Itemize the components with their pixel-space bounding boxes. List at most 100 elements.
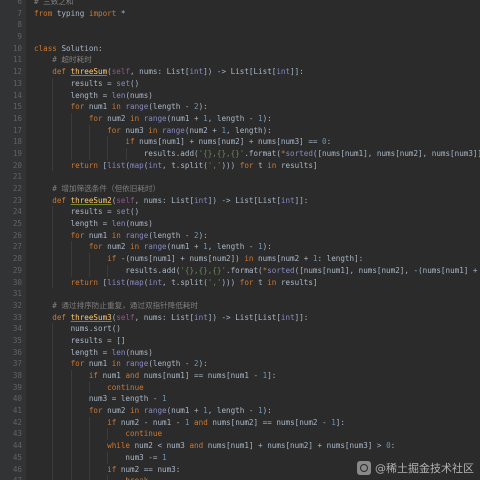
code-text[interactable]: class Solution:	[34, 43, 103, 55]
code-token: (num1 +	[166, 113, 204, 123]
code-token: range	[143, 113, 167, 123]
code-line[interactable]: 36 length = len(nums)	[0, 346, 480, 359]
code-line[interactable]: 26 for num1 in range(length - 2):	[0, 229, 480, 242]
code-line[interactable]: 39 continue	[0, 381, 480, 394]
code-line[interactable]: 6 # 三数之和	[0, 0, 480, 8]
line-number: 6	[17, 0, 22, 6]
code-text[interactable]: # 增加筛选条件（但依旧耗时）	[34, 183, 160, 195]
code-token: num2 == num3:	[120, 464, 181, 474]
code-text[interactable]: # 超时耗时	[34, 54, 92, 66]
code-line[interactable]: 32 # 通过排序防止重复，通过双指针降低耗时	[0, 300, 480, 312]
code-line[interactable]: 10 class Solution:	[0, 43, 480, 55]
code-text[interactable]: if num2 == num3:	[34, 464, 180, 476]
line-number: 17	[12, 125, 22, 135]
code-line[interactable]: 42 if num2 - num1 - 1 and nums[num2] == …	[0, 416, 480, 429]
code-token: set	[116, 207, 131, 217]
code-token: len	[111, 347, 126, 357]
code-token: range	[125, 102, 149, 112]
code-text[interactable]: num3 -= 1	[34, 452, 166, 464]
code-line[interactable]: 40 num3 = length - 1	[0, 393, 480, 406]
code-text[interactable]: for num1 in range(length - 2):	[34, 230, 208, 242]
code-token: range	[125, 230, 149, 240]
code-text[interactable]: results.add('{},{},{}'.format(*sorted([n…	[34, 148, 480, 160]
code-line[interactable]: 34 nums.sort()	[0, 323, 480, 335]
code-line[interactable]: 13 results = set()	[0, 77, 480, 90]
code-token: nums[num1] + nums[num2] + nums[num3] ==	[139, 137, 323, 147]
code-text[interactable]: results = set()	[34, 78, 140, 90]
code-text[interactable]: return [list(map(int, t.split(','))) for…	[34, 277, 318, 289]
code-line[interactable]: 14 length = len(nums)	[0, 89, 480, 102]
line-number: 39	[12, 382, 22, 392]
code-text[interactable]: for num1 in range(length - 2):	[34, 101, 208, 113]
code-text[interactable]: results = set()	[34, 206, 140, 218]
code-token: and	[194, 417, 213, 427]
code-token: def	[34, 312, 71, 322]
code-text[interactable]: if nums[num1] + nums[num2] + nums[num3] …	[34, 136, 331, 148]
code-line[interactable]: 21	[0, 171, 480, 183]
indent-guide	[52, 440, 54, 452]
code-line[interactable]: 25 length = len(nums)	[0, 218, 480, 230]
code-text[interactable]: if -(nums[num1] + nums[num2]) in nums[nu…	[34, 253, 363, 265]
code-text[interactable]: break	[34, 475, 148, 480]
indent-guide	[70, 381, 72, 394]
code-line[interactable]: 30 return [list(map(int, t.split(','))) …	[0, 276, 480, 289]
code-token: int	[194, 195, 208, 205]
line-number: 9	[17, 32, 22, 42]
code-text[interactable]: for num1 in range(length - 2):	[34, 358, 208, 370]
code-text[interactable]: # 通过排序防止重复，通过双指针降低耗时	[34, 300, 198, 312]
code-text[interactable]: # 三数之和	[34, 0, 74, 8]
code-line[interactable]: 9	[0, 31, 480, 43]
indent-guide	[88, 416, 90, 429]
code-editor[interactable]: 6 # 三数之和 7 from typing import * 8 9 10 class So…	[0, 0, 480, 480]
code-token: for	[34, 359, 89, 369]
code-text[interactable]: if num2 - num1 - 1 and nums[num2] == num…	[34, 417, 345, 429]
code-token: ):	[198, 359, 208, 369]
code-line[interactable]: 11 # 超时耗时	[0, 54, 480, 66]
code-token: results]	[280, 160, 318, 170]
code-line[interactable]: 24 results = set()	[0, 206, 480, 219]
code-text[interactable]: results = []	[34, 335, 126, 347]
line-number: 21	[12, 172, 22, 182]
code-line[interactable]: 23 def threeSum2(self, nums: List[int]) …	[0, 195, 480, 207]
code-line[interactable]: 27 for num2 in range(num1 + 1, length - …	[0, 241, 480, 254]
code-line[interactable]: 7 from typing import *	[0, 8, 480, 20]
code-line[interactable]: 43 continue	[0, 428, 480, 441]
code-line[interactable]: 28 if -(nums[num1] + nums[num2]) in nums…	[0, 253, 480, 265]
code-token: in	[111, 230, 126, 240]
code-line[interactable]: 15 for num1 in range(length - 2):	[0, 101, 480, 113]
code-line[interactable]: 22 # 增加筛选条件（但依旧耗时）	[0, 183, 480, 195]
code-line[interactable]: 33 def threeSum3(self, nums: List[int]) …	[0, 312, 480, 324]
indent-guide	[52, 393, 54, 406]
line-number: 34	[12, 324, 22, 334]
code-text[interactable]: num3 = length - 1	[34, 393, 167, 405]
code-text[interactable]: results.add('{},{},{}'.format(*sorted([n…	[34, 265, 480, 277]
code-line[interactable]: 20 return [list(map(int, t.split(','))) …	[0, 159, 480, 172]
code-line[interactable]: 41 for num2 in range(num1 + 1, length - …	[0, 405, 480, 417]
code-token: and	[189, 441, 208, 451]
line-number: 11	[12, 55, 22, 65]
code-line[interactable]: 8	[0, 19, 480, 31]
code-text[interactable]: def threeSum2(self, nums: List[int]) -> …	[34, 195, 308, 207]
code-line[interactable]: 29 results.add('{},{},{}'.format(*sorted…	[0, 264, 480, 277]
code-line[interactable]: 44 while num2 < num3 and nums[num1] + nu…	[0, 440, 480, 452]
code-text[interactable]: def threeSum(self, nums: List[int]) -> L…	[34, 66, 304, 78]
code-line[interactable]: 17 for num3 in range(num2 + 1, length):	[0, 124, 480, 137]
code-token: int	[148, 160, 163, 170]
code-line[interactable]: 19 results.add('{},{},{}'.format(*sorted…	[0, 147, 480, 160]
code-text[interactable]: from typing import *	[34, 8, 125, 20]
code-line[interactable]: 16 for num2 in range(num1 + 1, length - …	[0, 112, 480, 125]
code-text[interactable]: def threeSum3(self, nums: List[int]) -> …	[34, 312, 308, 324]
code-lines[interactable]: 6 # 三数之和 7 from typing import * 8 9 10 class So…	[0, 0, 480, 480]
code-text[interactable]: nums.sort()	[34, 323, 121, 335]
code-line[interactable]: 38 if num1 and nums[num1] == nums[num1 -…	[0, 370, 480, 382]
line-number: 14	[12, 90, 22, 100]
indent-guide	[70, 241, 72, 254]
code-line[interactable]: 31	[0, 288, 480, 300]
line-number: 44	[12, 441, 22, 451]
code-line[interactable]: 12 def threeSum(self, nums: List[int]) -…	[0, 66, 480, 78]
code-line[interactable]: 35 results = []	[0, 334, 480, 347]
indent-guide	[70, 253, 72, 265]
code-line[interactable]: 18 if nums[num1] + nums[num2] + nums[num…	[0, 136, 480, 148]
code-line[interactable]: 37 for num1 in range(length - 2):	[0, 358, 480, 370]
code-text[interactable]: return [list(map(int, t.split(','))) for…	[34, 160, 318, 172]
